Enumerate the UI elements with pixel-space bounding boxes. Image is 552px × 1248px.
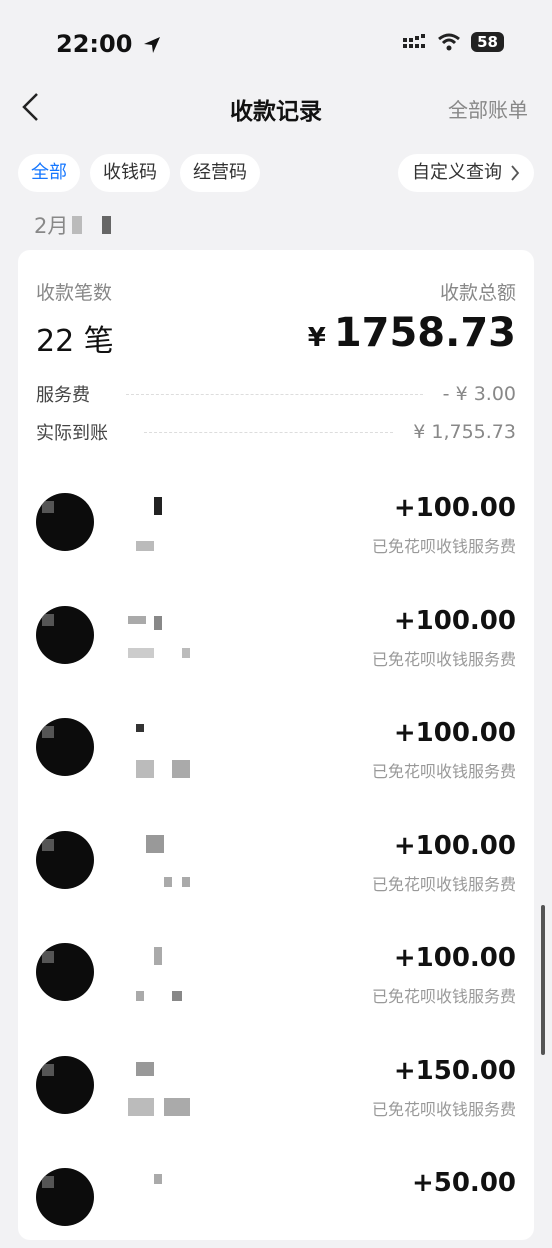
summary-card: 收款笔数 收款总额 22 笔 ¥ 1758.73 服务费 - ¥ 3.00 实际… xyxy=(18,250,534,1240)
mosaic-redaction xyxy=(118,722,190,782)
net-received-row: 实际到账 ¥ 1,755.73 xyxy=(36,418,516,446)
filter-chips: 全部 收钱码 经营码 xyxy=(18,154,260,192)
transaction-note: 已免花呗收钱服务费 xyxy=(371,1100,516,1119)
mosaic-redaction xyxy=(118,610,190,670)
transaction-note: 已免花呗收钱服务费 xyxy=(371,875,516,894)
transaction-note: 已免花呗收钱服务费 xyxy=(371,537,516,556)
net-received-label: 实际到账 xyxy=(36,423,108,444)
mosaic-redaction xyxy=(118,1060,190,1120)
dashed-divider xyxy=(144,431,394,433)
filter-chip-qr-code[interactable]: 收钱码 xyxy=(90,154,170,192)
scrollbar[interactable] xyxy=(541,905,545,1055)
transaction-note: 已免花呗收钱服务费 xyxy=(371,762,516,781)
service-fee-label: 服务费 xyxy=(36,385,90,406)
transaction-amount: +100.00 xyxy=(393,493,516,523)
mosaic-redaction xyxy=(118,1172,188,1232)
transaction-row[interactable]: +100.00 已免花呗收钱服务费 xyxy=(36,718,516,798)
dashed-divider xyxy=(126,393,423,395)
custom-query-button[interactable]: 自定义查询 xyxy=(398,154,534,192)
currency-symbol: ¥ xyxy=(307,323,326,353)
mosaic-redaction xyxy=(118,947,188,1007)
nav-bar: 收款记录 全部账单 xyxy=(0,88,552,128)
avatar xyxy=(36,943,94,1001)
transaction-amount: +100.00 xyxy=(393,606,516,636)
mosaic-redaction xyxy=(118,835,190,895)
all-bills-link[interactable]: 全部账单 xyxy=(448,94,528,123)
total-label: 收款总额 xyxy=(439,282,516,304)
status-time-text: 22:00 xyxy=(56,30,133,58)
transaction-amount: +100.00 xyxy=(393,718,516,748)
net-received-value: ¥ 1,755.73 xyxy=(413,421,516,443)
wifi-icon xyxy=(438,33,461,51)
month-label: 2月 xyxy=(34,214,69,238)
transaction-row[interactable]: +100.00 已免花呗收钱服务费 xyxy=(36,606,516,686)
mosaic-redaction xyxy=(102,216,112,234)
transaction-row[interactable]: +100.00 已免花呗收钱服务费 xyxy=(36,493,516,573)
transaction-amount: +150.00 xyxy=(393,1056,516,1086)
transaction-amount: +50.00 xyxy=(411,1168,516,1198)
avatar xyxy=(36,606,94,664)
avatar xyxy=(36,1168,94,1226)
service-fee-value: - ¥ 3.00 xyxy=(442,383,516,405)
transaction-note: 已免花呗收钱服务费 xyxy=(371,650,516,669)
transaction-row[interactable]: +100.00 已免花呗收钱服务费 xyxy=(36,943,516,1023)
transaction-amount: +100.00 xyxy=(393,943,516,973)
avatar xyxy=(36,493,94,551)
custom-query-label: 自定义查询 xyxy=(412,162,502,183)
transaction-row[interactable]: +150.00 已免花呗收钱服务费 xyxy=(36,1056,516,1136)
cellular-signal-icon xyxy=(403,34,426,48)
month-header: 2月 xyxy=(34,208,112,242)
mosaic-redaction xyxy=(72,216,83,234)
count-label: 收款笔数 xyxy=(36,282,113,304)
total-amount: 1758.73 xyxy=(333,310,516,356)
transaction-row[interactable]: +100.00 已免花呗收钱服务费 xyxy=(36,831,516,911)
chevron-right-icon xyxy=(511,165,520,181)
status-icons: 58 xyxy=(403,32,504,52)
avatar xyxy=(36,1056,94,1114)
filter-chip-business-code[interactable]: 经营码 xyxy=(180,154,260,192)
location-arrow-icon xyxy=(143,37,160,53)
avatar xyxy=(36,718,94,776)
filter-chip-all[interactable]: 全部 xyxy=(18,154,80,192)
battery-indicator: 58 xyxy=(471,32,504,52)
status-time: 22:00 xyxy=(56,30,161,58)
status-bar: 22:00 58 xyxy=(0,0,552,88)
total-value: ¥ 1758.73 xyxy=(308,310,516,356)
mosaic-redaction xyxy=(118,497,188,557)
transaction-note: 已免花呗收钱服务费 xyxy=(371,987,516,1006)
transaction-row[interactable]: +50.00 xyxy=(36,1168,516,1248)
count-value: 22 笔 xyxy=(36,324,114,359)
transaction-amount: +100.00 xyxy=(393,831,516,861)
service-fee-row: 服务费 - ¥ 3.00 xyxy=(36,380,516,408)
avatar xyxy=(36,831,94,889)
